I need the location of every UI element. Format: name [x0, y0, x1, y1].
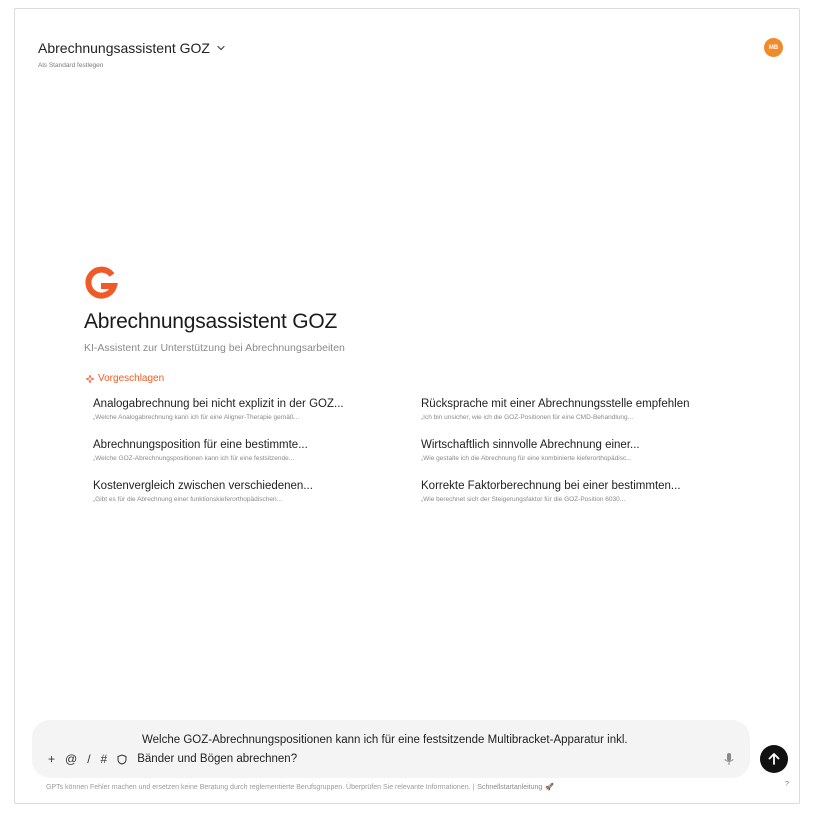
suggestion-card[interactable]: Wirtschaftlich sinnvolle Abrechnung eine… — [421, 439, 743, 462]
disclaimer-footer: GPTs können Fehler machen und ersetzen k… — [46, 783, 555, 792]
suggestion-title: Abrechnungsposition für eine bestimmte..… — [93, 439, 308, 451]
suggested-heading: Vorgeschlagen — [86, 373, 164, 384]
suggestion-card[interactable]: Korrekte Faktorberechnung bei einer best… — [421, 480, 743, 503]
gpt-description: KI-Assistent zur Unterstützung bei Abrec… — [84, 342, 345, 354]
rocket-icon: 🚀 — [545, 784, 555, 791]
suggestion-subtitle: „Welche GOZ-Abrechnungspositionen kann i… — [93, 455, 295, 462]
composer-toolbar: + @ / # Bänder und Bögen abrechnen? — [48, 753, 297, 765]
suggestion-card[interactable]: Analogabrechnung bei nicht explizit in d… — [93, 398, 421, 421]
send-button[interactable] — [760, 745, 788, 773]
header-title: Abrechnungsassistent GOZ — [38, 40, 210, 56]
arrow-up-icon — [768, 753, 780, 765]
suggestion-subtitle: „Welche Analogabrechnung kann ich für ei… — [93, 414, 300, 421]
help-button[interactable]: ? — [785, 781, 789, 788]
suggestion-subtitle: „Ich bin unsicher, wie ich die GOZ-Posit… — [421, 414, 634, 421]
suggestions-grid: Analogabrechnung bei nicht explizit in d… — [93, 398, 743, 503]
suggestion-subtitle: „Wie gestalte ich die Abrechnung für ein… — [421, 455, 632, 462]
suggested-label: Vorgeschlagen — [98, 373, 165, 384]
suggestion-title: Analogabrechnung bei nicht explizit in d… — [93, 398, 344, 410]
slash-command-button[interactable]: / — [87, 753, 90, 765]
sparkle-icon — [86, 374, 94, 383]
quickstart-link[interactable]: Schnellstartanleitung — [477, 784, 542, 791]
gpt-logo-icon — [85, 266, 118, 299]
message-input-line-1[interactable]: Welche GOZ-Abrechnungspositionen kann ic… — [142, 734, 628, 746]
header: Abrechnungsassistent GOZ Als Standard fe… — [38, 40, 226, 69]
message-input-line-2[interactable]: Bänder und Bögen abrechnen? — [137, 753, 297, 765]
message-composer[interactable]: Welche GOZ-Abrechnungspositionen kann ic… — [32, 720, 750, 778]
mention-button[interactable]: @ — [65, 753, 77, 765]
suggestion-title: Korrekte Faktorberechnung bei einer best… — [421, 480, 681, 492]
suggestion-title: Wirtschaftlich sinnvolle Abrechnung eine… — [421, 439, 640, 451]
suggestion-card[interactable]: Kostenvergleich zwischen verschiedenen..… — [93, 480, 421, 503]
suggestion-subtitle: „Wie berechnet sich der Steigerungsfakto… — [421, 496, 626, 503]
microphone-icon[interactable] — [723, 752, 735, 766]
suggestion-subtitle: „Gibt es für die Abrechnung einer funkti… — [93, 496, 282, 503]
add-attachment-button[interactable]: + — [48, 753, 55, 765]
gpt-selector[interactable]: Abrechnungsassistent GOZ — [38, 40, 226, 56]
suggestion-title: Rücksprache mit einer Abrechnungsstelle … — [421, 398, 690, 410]
disclaimer-text: GPTs können Fehler machen und ersetzen k… — [46, 783, 475, 791]
suggestion-card[interactable]: Abrechnungsposition für eine bestimmte..… — [93, 439, 421, 462]
avatar[interactable]: MB — [764, 38, 783, 57]
suggestion-title: Kostenvergleich zwischen verschiedenen..… — [93, 480, 313, 492]
set-default-link[interactable]: Als Standard festlegen — [38, 62, 226, 69]
chevron-down-icon — [217, 45, 225, 51]
gpt-name: Abrechnungsassistent GOZ — [84, 310, 338, 333]
suggestion-card[interactable]: Rücksprache mit einer Abrechnungsstelle … — [421, 398, 743, 421]
hashtag-button[interactable]: # — [101, 753, 108, 765]
shield-icon[interactable] — [117, 753, 127, 765]
